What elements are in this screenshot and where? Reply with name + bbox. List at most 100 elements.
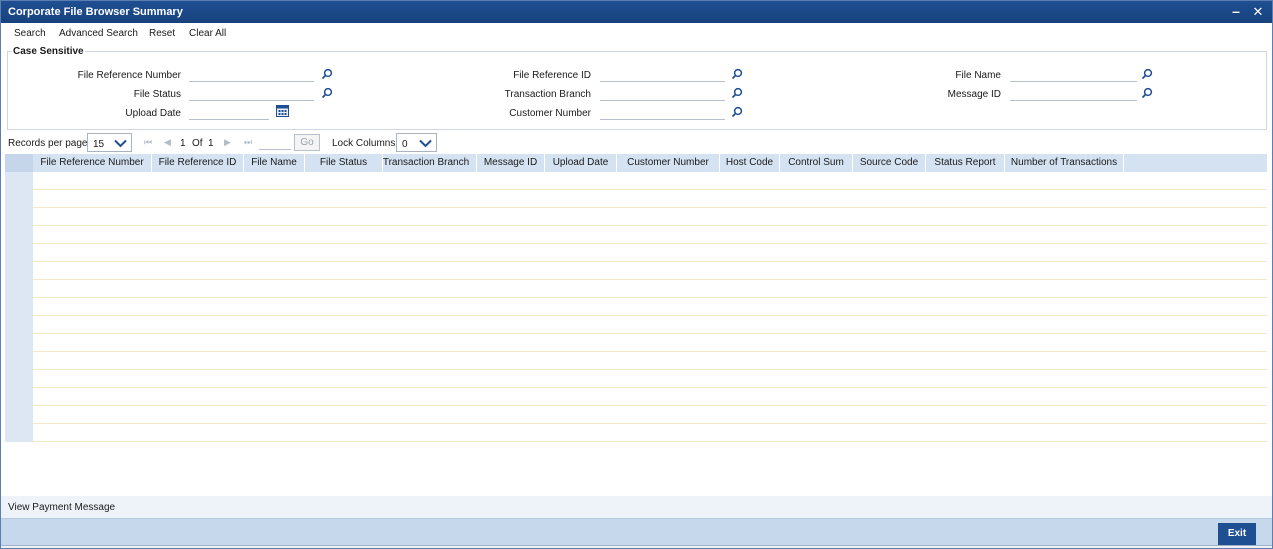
go-button[interactable]: Go — [294, 134, 320, 151]
file-name-input[interactable] — [1010, 68, 1137, 82]
chevron-down-icon — [114, 139, 127, 148]
last-page-icon[interactable]: ⏭ — [244, 137, 254, 147]
row-select-cell[interactable] — [5, 280, 33, 298]
file-status-label: File Status — [133, 89, 181, 100]
file-status-search-icon[interactable] — [321, 87, 333, 99]
table-row[interactable] — [5, 352, 1267, 370]
select-all-cell[interactable] — [5, 154, 33, 172]
table-row[interactable] — [5, 334, 1267, 352]
row-select-cell[interactable] — [5, 406, 33, 424]
customer-number-search-icon[interactable] — [731, 106, 743, 118]
table-row[interactable] — [5, 388, 1267, 406]
table-row[interactable] — [5, 262, 1267, 280]
row-select-cell[interactable] — [5, 424, 33, 442]
row-select-cell[interactable] — [5, 388, 33, 406]
column-header-message-id[interactable]: Message ID — [477, 154, 545, 172]
row-select-cell[interactable] — [5, 190, 33, 208]
column-header-upload-date[interactable]: Upload Date — [545, 154, 617, 172]
transaction-branch-search-icon[interactable] — [731, 87, 743, 99]
lock-columns-value: 0 — [402, 139, 408, 150]
goto-page-input[interactable] — [259, 135, 291, 150]
search-button[interactable]: Search — [14, 28, 46, 39]
clear-all-button[interactable]: Clear All — [189, 28, 226, 39]
results-grid: File Reference Number File Reference ID … — [5, 154, 1267, 442]
corporate-file-browser-window: Corporate File Browser Summary – ✕ Searc… — [0, 0, 1273, 549]
file-status-input[interactable] — [189, 87, 314, 101]
table-row[interactable] — [5, 406, 1267, 424]
upload-date-label: Upload Date — [125, 108, 181, 119]
column-header-source-code[interactable]: Source Code — [853, 154, 926, 172]
first-page-icon[interactable]: ⏮ — [144, 137, 154, 147]
table-row[interactable] — [5, 190, 1267, 208]
table-row[interactable] — [5, 298, 1267, 316]
view-payment-message-button[interactable]: View Payment Message — [8, 502, 115, 513]
of-label: Of — [192, 138, 203, 149]
previous-page-icon[interactable]: ◀ — [164, 137, 174, 147]
upload-date-input[interactable] — [189, 106, 269, 120]
lock-columns-label: Lock Columns — [332, 138, 396, 149]
exit-button[interactable]: Exit — [1218, 523, 1256, 545]
window-title: Corporate File Browser Summary — [8, 6, 183, 18]
total-pages: 1 — [208, 138, 214, 149]
grid-header: File Reference Number File Reference ID … — [5, 154, 1267, 172]
column-header-customer-number[interactable]: Customer Number — [617, 154, 720, 172]
current-page: 1 — [180, 138, 186, 149]
customer-number-label: Customer Number — [509, 108, 591, 119]
table-row[interactable] — [5, 316, 1267, 334]
table-row[interactable] — [5, 370, 1267, 388]
column-header-file-status[interactable]: File Status — [305, 154, 383, 172]
file-reference-id-input[interactable] — [600, 68, 725, 82]
table-row[interactable] — [5, 280, 1267, 298]
calendar-icon[interactable] — [276, 105, 289, 117]
file-reference-number-input[interactable] — [189, 68, 314, 82]
row-select-cell[interactable] — [5, 244, 33, 262]
row-select-cell[interactable] — [5, 262, 33, 280]
column-header-control-sum[interactable]: Control Sum — [780, 154, 853, 172]
records-per-page-label: Records per page — [8, 138, 88, 149]
file-name-label: File Name — [955, 70, 1001, 81]
next-page-icon[interactable]: ▶ — [224, 137, 234, 147]
footer-bar: Exit — [1, 518, 1272, 545]
column-header-file-reference-number[interactable]: File Reference Number — [33, 154, 152, 172]
column-header-file-reference-id[interactable]: File Reference ID — [152, 154, 244, 172]
close-icon[interactable]: ✕ — [1251, 4, 1265, 19]
row-select-cell[interactable] — [5, 370, 33, 388]
records-per-page-select[interactable]: 15 — [87, 133, 132, 152]
action-bar: View Payment Message — [1, 496, 1272, 518]
title-bar: Corporate File Browser Summary – ✕ — [1, 1, 1272, 23]
column-header-status-report[interactable]: Status Report — [926, 154, 1005, 172]
column-header-number-of-transactions[interactable]: Number of Transactions — [1005, 154, 1124, 172]
table-row[interactable] — [5, 208, 1267, 226]
row-select-cell[interactable] — [5, 298, 33, 316]
advanced-search-button[interactable]: Advanced Search — [59, 28, 138, 39]
column-header-host-code[interactable]: Host Code — [720, 154, 780, 172]
row-select-cell[interactable] — [5, 334, 33, 352]
reset-button[interactable]: Reset — [149, 28, 175, 39]
row-select-cell[interactable] — [5, 172, 33, 190]
column-header-transaction-branch[interactable]: Transaction Branch — [376, 154, 477, 172]
message-id-input[interactable] — [1010, 87, 1137, 101]
row-select-cell[interactable] — [5, 208, 33, 226]
pagination-bar: Records per page 15 ⏮ ◀ 1 Of 1 ▶ ⏭ Go Lo… — [1, 132, 1272, 154]
table-row[interactable] — [5, 226, 1267, 244]
file-name-search-icon[interactable] — [1141, 68, 1153, 80]
case-sensitive-label: Case Sensitive — [12, 46, 85, 57]
row-select-cell[interactable] — [5, 352, 33, 370]
row-select-cell[interactable] — [5, 226, 33, 244]
column-header-file-name[interactable]: File Name — [244, 154, 305, 172]
bottom-border — [1, 545, 1272, 548]
table-row[interactable] — [5, 244, 1267, 262]
customer-number-input[interactable] — [600, 106, 725, 120]
table-row[interactable] — [5, 424, 1267, 442]
file-reference-number-search-icon[interactable] — [321, 68, 333, 80]
minimize-icon[interactable]: – — [1229, 4, 1243, 19]
file-reference-id-label: File Reference ID — [513, 70, 591, 81]
table-row[interactable] — [5, 172, 1267, 190]
transaction-branch-label: Transaction Branch — [504, 89, 591, 100]
transaction-branch-input[interactable] — [600, 87, 725, 101]
message-id-search-icon[interactable] — [1141, 87, 1153, 99]
records-per-page-value: 15 — [93, 139, 105, 150]
row-select-cell[interactable] — [5, 316, 33, 334]
lock-columns-select[interactable]: 0 — [396, 133, 437, 152]
file-reference-id-search-icon[interactable] — [731, 68, 743, 80]
